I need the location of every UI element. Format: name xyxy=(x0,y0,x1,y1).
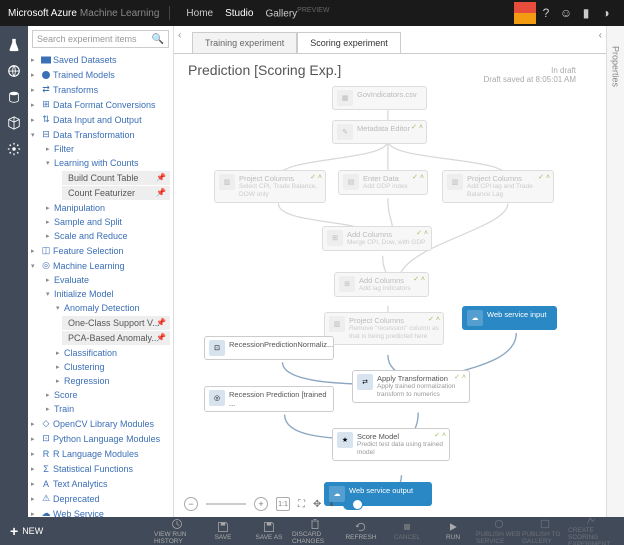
zoom-actual-button[interactable]: 1:1 xyxy=(276,497,290,511)
tree-manipulation[interactable]: ▸Manipulation xyxy=(46,201,173,215)
pin-icon: 📌 xyxy=(156,188,166,197)
tree-dfc[interactable]: ▸⊞Data Format Conversions xyxy=(28,97,173,112)
node-project1[interactable]: ▥Project ColumnsSelect CPI, Trade Balanc… xyxy=(214,170,326,203)
pin-icon: 📌 xyxy=(156,333,166,342)
node-apply-transform[interactable]: ⇄Apply TransformationApply trained norma… xyxy=(352,370,470,403)
pan-icon[interactable]: ✥ xyxy=(313,499,321,510)
node-trained-model[interactable]: ◎Recession Prediction [trained ... xyxy=(204,386,334,412)
brand: Microsoft Azure xyxy=(8,8,77,19)
tree-scale-reduce[interactable]: ▸Scale and Reduce xyxy=(46,229,173,243)
topbar: Microsoft Azure Machine Learning Home St… xyxy=(0,0,624,26)
tree-sample-split[interactable]: ▸Sample and Split xyxy=(46,215,173,229)
tree-anomaly[interactable]: ▾Anomaly Detection xyxy=(56,301,173,315)
rail-data-icon[interactable] xyxy=(4,87,24,107)
tree-init-model[interactable]: ▾Initialize Model xyxy=(46,287,173,301)
tab-scoring[interactable]: Scoring experiment xyxy=(297,32,401,54)
tree-webservice[interactable]: ▸☁Web Service xyxy=(28,506,173,517)
minimap-icon[interactable]: ◐ xyxy=(329,499,335,510)
nav-home[interactable]: Home xyxy=(186,8,213,19)
foot-save[interactable]: SAVE xyxy=(200,521,246,541)
node-metadata[interactable]: ✎Metadata Editor✓ ˄ xyxy=(332,120,427,144)
foot-cancel: CANCEL xyxy=(384,521,430,541)
account-icon[interactable]: ◑ xyxy=(596,6,616,20)
zoom-slider[interactable] xyxy=(206,503,246,505)
node-remove[interactable]: ▥Project ColumnsRemove "recession" colum… xyxy=(324,312,444,345)
foot-run[interactable]: RUN xyxy=(430,521,476,541)
node-ws-input[interactable]: ☁Web service input xyxy=(462,306,557,330)
rail-globe-icon[interactable] xyxy=(4,61,24,81)
tree-train[interactable]: ▸Train xyxy=(46,402,173,416)
tree-r[interactable]: ▸RR Language Modules xyxy=(28,446,173,461)
search-input[interactable]: Search experiment items🔍 xyxy=(32,30,169,48)
collapse-left-icon[interactable]: ‹ xyxy=(178,30,181,41)
tree-dio[interactable]: ▸⇅Data Input and Output xyxy=(28,112,173,127)
node-enterdata[interactable]: ▤Enter DataAdd GDP index✓ ˄ xyxy=(338,170,428,195)
tree-stats[interactable]: ▸ΣStatistical Functions xyxy=(28,461,173,476)
tree-transforms[interactable]: ▸⇄Transforms xyxy=(28,82,173,97)
leaf-pca[interactable]: PCA-Based Anomaly...📌 xyxy=(62,331,170,345)
tree-score[interactable]: ▸Score xyxy=(46,388,173,402)
tree-feature-selection[interactable]: ▸◫Feature Selection xyxy=(28,243,173,258)
foot-history[interactable]: VIEW RUN HISTORY xyxy=(154,518,200,545)
nav-studio[interactable]: Studio xyxy=(225,8,253,19)
nav-gallery[interactable]: GalleryPREVIEW xyxy=(265,7,329,19)
tree-clustering[interactable]: ▸Clustering xyxy=(56,360,173,374)
zoom-out-button[interactable]: − xyxy=(184,497,198,511)
leaf-bct[interactable]: Build Count Table📌 xyxy=(62,171,170,185)
experiment-canvas[interactable]: ▦GovIndicators.csv ✎Metadata Editor✓ ˄ ▥… xyxy=(174,78,606,517)
zoom-controls: − + 1:1 ⛶ ✥ ◐ xyxy=(184,497,363,511)
tree-opencv[interactable]: ▸◇OpenCV Library Modules xyxy=(28,416,173,431)
zoom-in-button[interactable]: + xyxy=(254,497,268,511)
foot-create-scoring: CREATE SCORING EXPERIMENT xyxy=(568,514,614,545)
tab-training[interactable]: Training experiment xyxy=(192,32,297,54)
brand-sub: Machine Learning xyxy=(80,8,160,19)
node-dataset[interactable]: ▦GovIndicators.csv xyxy=(332,86,427,110)
node-normalizer[interactable]: ⊡RecessionPredictionNormaliz... xyxy=(204,336,334,360)
tree-regression[interactable]: ▸Regression xyxy=(56,374,173,388)
tree-ml[interactable]: ▾◎Machine Learning xyxy=(28,258,173,273)
search-icon: 🔍 xyxy=(152,34,164,45)
properties-panel[interactable]: Properties xyxy=(606,26,624,517)
tree-python[interactable]: ▸⊡Python Language Modules xyxy=(28,431,173,446)
tree-data-transformation[interactable]: ▾⊟Data Transformation xyxy=(28,127,173,142)
leaf-ocsvm[interactable]: One-Class Support V...📌 xyxy=(62,316,170,330)
foot-saveas[interactable]: SAVE AS xyxy=(246,521,292,541)
tree-text[interactable]: ▸AText Analytics xyxy=(28,476,173,491)
tree-deprecated[interactable]: ▸⚠Deprecated xyxy=(28,491,173,506)
folder-icon[interactable]: ▮ xyxy=(576,6,596,20)
bottom-toolbar: +NEW VIEW RUN HISTORY SAVE SAVE AS DISCA… xyxy=(0,517,624,545)
tree-classification[interactable]: ▸Classification xyxy=(56,346,173,360)
foot-discard[interactable]: DISCARD CHANGES xyxy=(292,518,338,545)
left-rail xyxy=(0,26,28,517)
node-score-model[interactable]: ★Score ModelPredict test data using trai… xyxy=(332,428,450,461)
pin-icon: 📌 xyxy=(156,318,166,327)
help-icon[interactable]: ? xyxy=(536,6,556,20)
tree-filter[interactable]: ▸Filter xyxy=(46,142,173,156)
node-project2[interactable]: ▥Project ColumnsAdd CPI lag and Trade Ba… xyxy=(442,170,554,203)
rail-cube-icon[interactable] xyxy=(4,113,24,133)
foot-publish-gallery: PUBLISH TO GALLERY xyxy=(522,518,568,545)
tree-saved-datasets[interactable]: ▸Saved Datasets xyxy=(28,52,173,67)
avatar[interactable] xyxy=(514,2,536,24)
tree-trained-models[interactable]: ▸Trained Models xyxy=(28,67,173,82)
node-addcol2[interactable]: ⊞Add ColumnsAdd lag indicators✓ ˄ xyxy=(334,272,429,297)
collapse-right-icon[interactable]: ‹ xyxy=(599,30,602,41)
foot-publish-ws: PUBLISH WEB SERVICE xyxy=(476,518,522,545)
leaf-cf[interactable]: Count Featurizer📌 xyxy=(62,186,170,200)
webservice-toggle[interactable] xyxy=(343,499,363,510)
rail-experiments-icon[interactable] xyxy=(4,35,24,55)
pin-icon: 📌 xyxy=(156,173,166,182)
module-tree: Search experiment items🔍 ▸Saved Datasets… xyxy=(28,26,174,517)
new-button[interactable]: +NEW xyxy=(0,523,53,539)
foot-refresh[interactable]: REFRESH xyxy=(338,521,384,541)
main-panel: ‹ ‹ Training experiment Scoring experime… xyxy=(174,26,606,517)
smile-icon[interactable]: ☺ xyxy=(556,6,576,20)
node-addcol1[interactable]: ⊞Add ColumnsMerge CPI, Dow, with GDP✓ ˄ xyxy=(322,226,432,251)
zoom-fit-icon[interactable]: ⛶ xyxy=(298,499,305,510)
tree-evaluate[interactable]: ▸Evaluate xyxy=(46,273,173,287)
rail-settings-icon[interactable] xyxy=(4,139,24,159)
tree-lwc[interactable]: ▾Learning with Counts xyxy=(46,156,173,170)
